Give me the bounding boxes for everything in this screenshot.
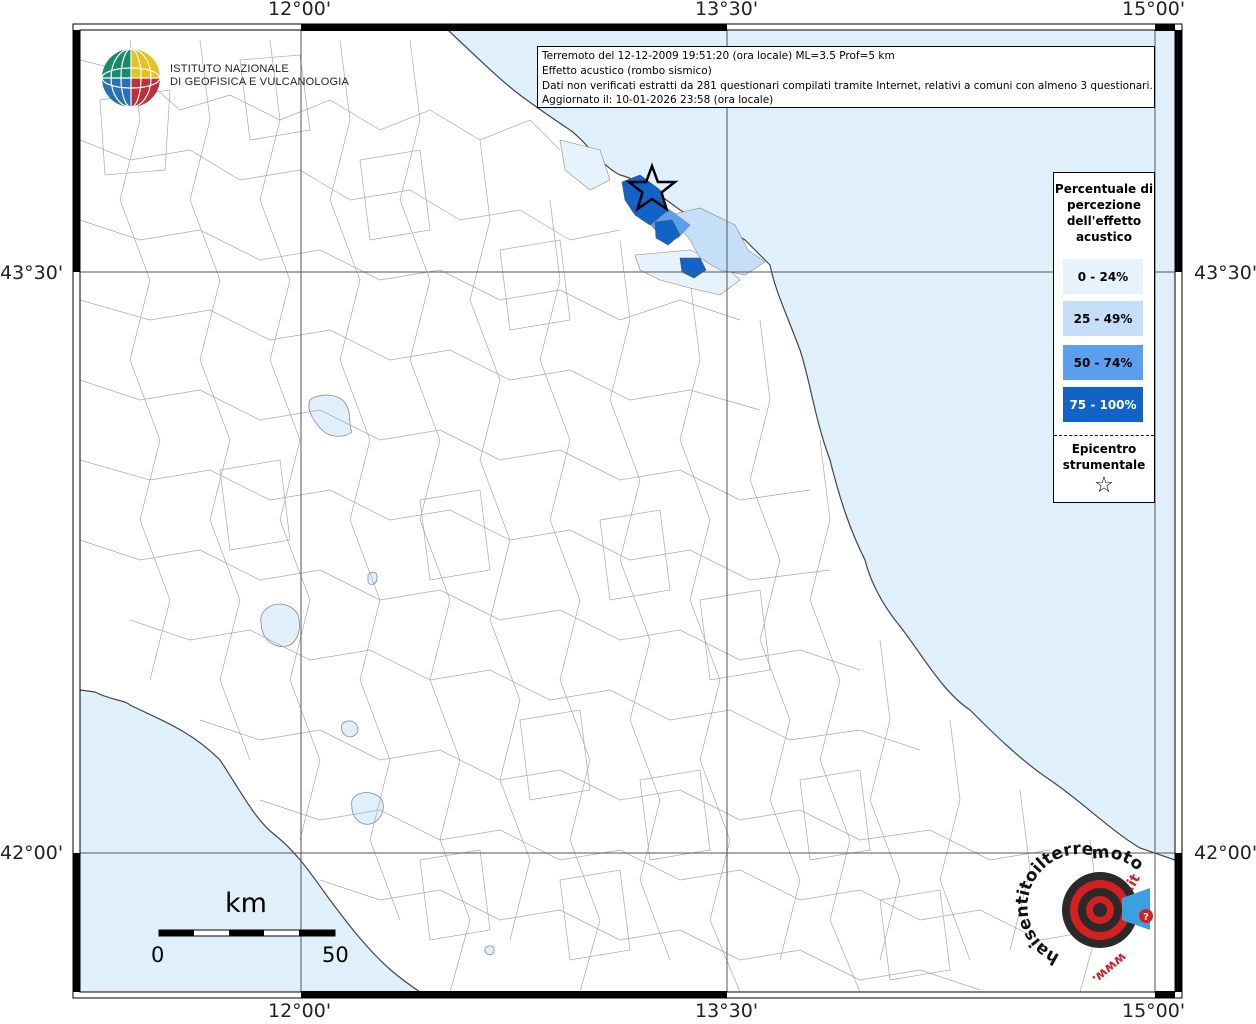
lake-bracciano	[351, 792, 384, 825]
lon-tick-bottom-1330: 13°30'	[695, 1000, 759, 1022]
lat-tick-right-4330: 43°30'	[1194, 262, 1256, 284]
legend: Percentuale di percezione dell'effetto a…	[1053, 172, 1155, 503]
legend-item-25-49: 25 - 49%	[1063, 301, 1143, 336]
event-data-note: Dati non verificati estratti da 281 ques…	[542, 79, 1153, 92]
event-effect: Effetto acustico (rombo sismico)	[542, 64, 712, 77]
legend-separator	[1054, 435, 1154, 436]
lon-tick-bottom-15: 15°00'	[1122, 1000, 1186, 1022]
lon-tick-top-12: 12°00'	[268, 0, 332, 20]
legend-item-0-24: 0 - 24%	[1063, 259, 1143, 294]
ingv-logo-icon	[101, 48, 161, 108]
event-updated: Aggiornato il: 10-01-2026 23:58 (ora loc…	[542, 94, 774, 107]
legend-epicenter-label: Epicentro strumentale	[1062, 442, 1146, 472]
logo-line-1: ISTITUTO NAZIONALE	[170, 63, 289, 75]
ingv-logo-text: ISTITUTO NAZIONALE DI GEOFISICA E VULCAN…	[170, 63, 349, 89]
lat-tick-left-4330: 43°30'	[0, 262, 64, 284]
scale-bar	[158, 929, 336, 937]
event-info-box: Terremoto del 12-12-2009 19:51:20 (ora l…	[537, 46, 1155, 108]
lat-tick-left-42: 42°00'	[0, 842, 64, 864]
event-title: Terremoto del 12-12-2009 19:51:20 (ora l…	[542, 50, 895, 62]
scale-end: 50	[322, 943, 349, 967]
scale-unit: km	[225, 888, 267, 919]
scale-start: 0	[151, 943, 165, 967]
svg-text:?: ?	[1143, 912, 1149, 923]
lon-tick-bottom-12: 12°00'	[268, 1000, 332, 1022]
legend-title: Percentuale di percezione dell'effetto a…	[1054, 182, 1154, 244]
lake-piediluco	[367, 571, 378, 585]
lat-tick-right-42: 42°00'	[1194, 842, 1256, 864]
legend-star-icon: ☆	[1094, 473, 1114, 498]
lon-tick-top-1330: 13°30'	[695, 0, 759, 20]
lake-albano	[484, 945, 495, 955]
lon-tick-top-15: 15°00'	[1122, 0, 1186, 20]
legend-item-75-100: 75 - 100%	[1063, 387, 1143, 422]
map-canvas: ? haisentitoilterremoto .it www.	[72, 23, 1183, 999]
logo-line-2: DI GEOFISICA E VULCANOLOGIA	[170, 76, 349, 88]
legend-item-50-74: 50 - 74%	[1063, 345, 1143, 380]
